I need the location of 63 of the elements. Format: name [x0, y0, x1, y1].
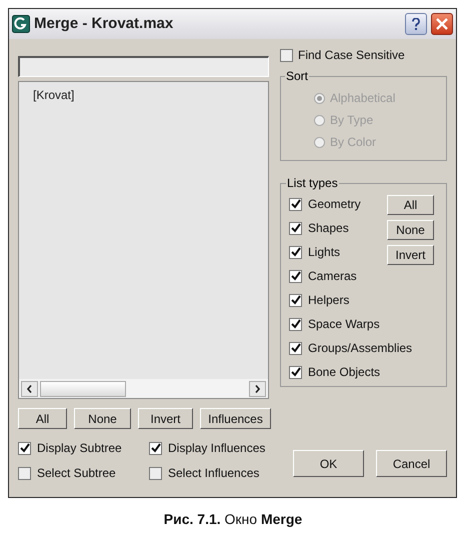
check-icon	[290, 343, 300, 353]
help-icon	[412, 18, 420, 30]
radio-label: By Type	[330, 112, 374, 129]
selection-button[interactable]: Influences	[200, 408, 271, 429]
checkbox[interactable]	[289, 318, 302, 330]
checkbox[interactable]	[280, 48, 293, 62]
selection-button[interactable]: Invert	[138, 408, 193, 429]
group-title: List types	[286, 175, 339, 192]
checkbox-label: Lights	[308, 244, 340, 261]
checkbox-label: Groups/Assemblies	[308, 340, 412, 357]
scroll-right-button[interactable]	[249, 380, 266, 396]
checkbox[interactable]	[289, 222, 302, 234]
close-button[interactable]	[431, 13, 453, 35]
checkbox[interactable]	[289, 270, 302, 282]
check-icon	[290, 319, 300, 329]
checkbox[interactable]	[289, 198, 302, 210]
check-icon	[290, 199, 300, 209]
close-icon	[436, 18, 448, 30]
radio-label: By Color	[330, 134, 376, 151]
figure-caption: Рис. 7.1. Окно Merge	[162, 510, 304, 529]
list-type-button[interactable]: Invert	[387, 245, 434, 265]
checkbox-label: Shapes	[308, 220, 349, 237]
dialog-button[interactable]: Cancel	[376, 450, 447, 477]
checkbox[interactable]	[289, 246, 302, 258]
checkbox-label: Helpers	[308, 292, 350, 309]
radio-label: Alphabetical	[330, 90, 396, 107]
checkbox-label: Select Influences	[168, 465, 260, 482]
help-button[interactable]	[405, 13, 427, 35]
list-type-button[interactable]: None	[387, 220, 434, 240]
window-title: Merge - Krovat.max	[34, 14, 174, 34]
dialog-button[interactable]: OK	[293, 450, 364, 477]
check-icon	[290, 247, 300, 257]
checkbox-label: Find Case Sensitive	[298, 47, 405, 64]
check-icon	[290, 223, 300, 233]
list-type-button[interactable]: All	[387, 195, 434, 215]
check-icon	[20, 443, 30, 453]
checkbox-label: Display Influences	[168, 440, 266, 457]
checkbox[interactable]	[289, 366, 302, 378]
checkbox-label: Space Warps	[308, 316, 380, 333]
checkbox-label: Cameras	[308, 268, 357, 285]
check-icon	[290, 271, 300, 281]
checkbox[interactable]	[149, 442, 162, 454]
checkbox-label: Bone Objects	[308, 364, 380, 381]
checkbox-label: Select Subtree	[37, 465, 116, 482]
scroll-thumb[interactable]	[40, 380, 126, 396]
checkbox[interactable]	[289, 294, 302, 306]
scroll-left-button[interactable]	[21, 380, 38, 396]
checkbox[interactable]	[149, 466, 162, 480]
checkbox[interactable]	[18, 466, 31, 480]
checkbox[interactable]	[18, 442, 31, 454]
checkbox[interactable]	[289, 342, 302, 354]
check-icon	[290, 367, 300, 377]
checkbox-label: Display Subtree	[37, 440, 122, 457]
group-title: Sort	[285, 68, 310, 85]
list-item[interactable]: [Krovat]	[31, 86, 76, 104]
check-icon	[150, 443, 160, 453]
selection-button[interactable]: None	[74, 408, 131, 429]
selection-button[interactable]: All	[18, 408, 67, 429]
checkbox-label: Geometry	[308, 196, 361, 213]
app-logo-icon	[12, 15, 30, 33]
search-field[interactable]	[18, 56, 269, 77]
check-icon	[290, 295, 300, 305]
horizontal-scrollbar[interactable]	[19, 379, 268, 398]
